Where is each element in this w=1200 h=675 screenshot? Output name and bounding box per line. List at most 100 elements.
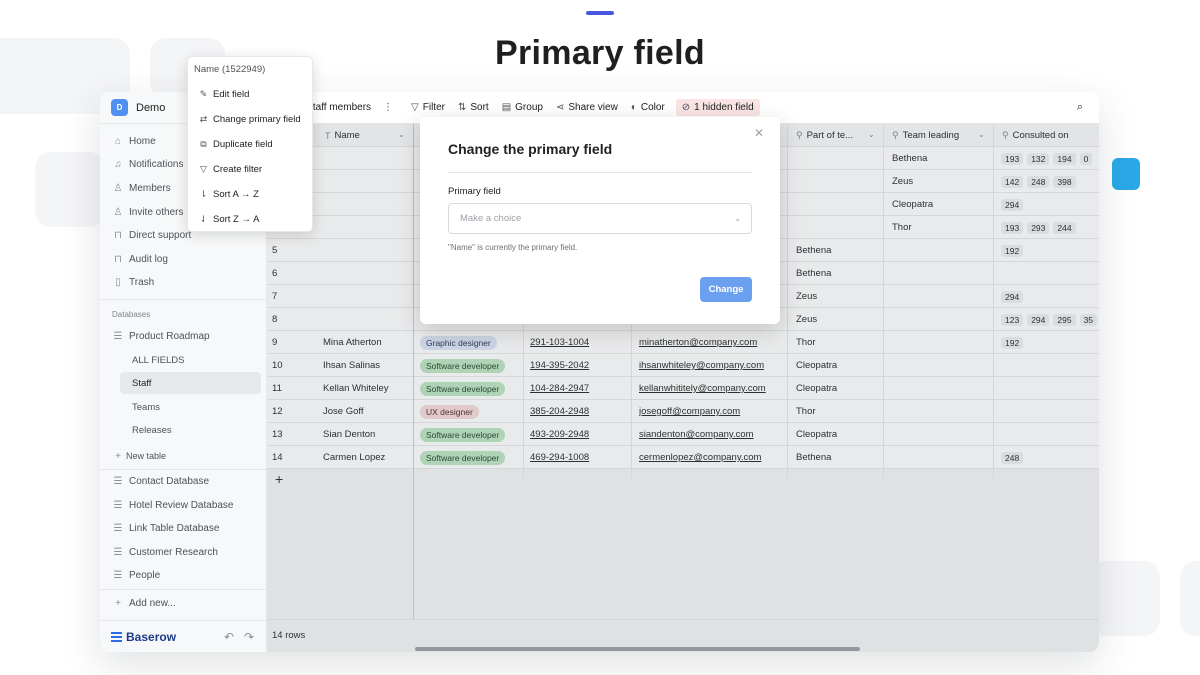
palette-icon: ◐	[630, 102, 637, 113]
group-icon: ▤	[501, 102, 512, 113]
modal-title: Change the primary field	[448, 141, 613, 157]
filter-icon: ▽	[200, 163, 207, 174]
filter-button[interactable]: ▽ Filter	[411, 102, 445, 113]
field-context-menu: Name (1522949) ✎ Edit field ⇄ Change prima…	[187, 56, 313, 232]
divider	[100, 589, 266, 590]
divider	[448, 172, 752, 173]
sidebar-item-direct-support[interactable]: ⊓ Direct support	[112, 226, 191, 244]
database-contact[interactable]: ☰ Contact Database	[112, 472, 210, 490]
copy-icon: ⧉	[200, 138, 207, 149]
group-button[interactable]: ▤ Group	[502, 102, 543, 113]
workspace-name: Demo	[136, 101, 166, 114]
share-view-button[interactable]: ⋖ Share view	[556, 102, 618, 113]
sidebar-item-label: Notifications	[129, 158, 184, 170]
primary-field-label: Primary field	[448, 186, 501, 197]
divider	[100, 299, 266, 300]
sort-asc-icon: ⇂	[199, 188, 208, 199]
plus-icon: +	[115, 597, 121, 609]
new-table-link[interactable]: + New table	[112, 447, 166, 465]
group-label: Group	[515, 102, 543, 113]
trash-icon: ▯	[115, 276, 121, 288]
sort-icon: ⇅	[457, 102, 467, 113]
database-hotel-review[interactable]: ☰ Hotel Review Database	[112, 496, 234, 514]
sidebar-item-audit-log[interactable]: ⊓ Audit log	[112, 250, 168, 268]
undo-icon[interactable]: ↶	[224, 630, 234, 644]
decor-tile	[35, 152, 105, 227]
database-label: Customer Research	[129, 546, 218, 558]
primary-field-help: "Name" is currently the primary field.	[448, 243, 578, 252]
table-all-fields[interactable]: ALL FIELDS	[120, 349, 261, 371]
menu-item-label: Edit field	[213, 88, 250, 100]
database-link-table[interactable]: ☰ Link Table Database	[112, 519, 220, 537]
title-accent-bar	[586, 11, 614, 15]
menu-item-edit-field[interactable]: ✎ Edit field	[198, 85, 250, 103]
database-icon: ☰	[113, 475, 123, 487]
color-label: Color	[640, 102, 665, 113]
database-label: Link Table Database	[129, 522, 220, 534]
change-primary-field-modal: ✕ Change the primary field Primary field…	[420, 117, 780, 324]
menu-item-label: Duplicate field	[213, 138, 273, 150]
page-title: Primary field	[495, 34, 705, 72]
database-icon: ☰	[113, 522, 123, 534]
bell-icon: ♫	[114, 158, 122, 170]
swap-icon: ⇄	[199, 113, 208, 124]
database-icon: ☰	[113, 499, 123, 511]
brand-name: Baserow	[126, 629, 177, 644]
sidebar-item-home[interactable]: ⌂ Home	[112, 132, 156, 150]
primary-field-select[interactable]: Make a choice ⌄	[448, 203, 752, 234]
search-icon[interactable]: ⌕	[1077, 101, 1083, 114]
table-releases[interactable]: Releases	[120, 419, 261, 441]
plus-icon: +	[115, 450, 121, 462]
share-label: Share view	[568, 102, 618, 113]
sidebar-item-label: Audit log	[129, 253, 168, 265]
sidebar-item-notifications[interactable]: ♫ Notifications	[112, 155, 183, 173]
database-icon: ☰	[113, 569, 123, 581]
database-customer-research[interactable]: ☰ Customer Research	[112, 543, 218, 561]
decor-tile	[1180, 561, 1200, 636]
menu-item-label: Sort A → Z	[213, 188, 259, 200]
database-icon: ☰	[113, 546, 123, 558]
menu-item-sort-desc[interactable]: ⇃ Sort Z → A	[198, 210, 260, 228]
menu-item-label: Create filter	[213, 163, 263, 175]
table-teams[interactable]: Teams	[120, 396, 261, 418]
baserow-logo-icon	[111, 631, 122, 642]
database-icon: ☰	[113, 330, 123, 342]
users-icon: ♙	[113, 182, 123, 194]
context-menu-title: Name (1522949)	[194, 64, 266, 75]
hidden-fields-button[interactable]: ⊘ 1 hidden field	[675, 99, 760, 116]
database-label: People	[129, 569, 161, 581]
eye-off-icon: ⊘	[681, 102, 691, 113]
database-product-roadmap[interactable]: ☰ Product Roadmap	[112, 327, 210, 345]
change-button[interactable]: Change	[700, 277, 752, 302]
share-icon: ⋖	[555, 102, 565, 113]
add-new-label: Add new...	[129, 597, 176, 609]
lock-icon: ⊓	[114, 229, 122, 241]
sidebar-item-invite[interactable]: ♙ Invite others	[112, 203, 184, 221]
menu-item-duplicate-field[interactable]: ⧉ Duplicate field	[198, 135, 273, 153]
divider	[100, 469, 266, 470]
databases-heading: Databases	[112, 310, 151, 319]
sort-label: Sort	[470, 102, 489, 113]
add-new-link[interactable]: + Add new...	[112, 594, 176, 612]
redo-icon[interactable]: ↷	[244, 630, 254, 644]
database-label: Contact Database	[129, 475, 210, 487]
sidebar-item-trash[interactable]: ▯ Trash	[112, 273, 154, 291]
pencil-icon: ✎	[199, 88, 208, 99]
close-icon[interactable]: ✕	[754, 126, 764, 140]
sidebar-item-label: Trash	[129, 276, 155, 288]
menu-item-label: Change primary field	[213, 113, 301, 125]
menu-item-sort-asc[interactable]: ⇂ Sort A → Z	[198, 185, 259, 203]
color-button[interactable]: ◐ Color	[631, 102, 665, 113]
chevron-down-icon: ⌄	[734, 214, 741, 223]
menu-item-change-primary-field[interactable]: ⇄ Change primary field	[198, 110, 301, 128]
workspace-avatar: D	[111, 99, 128, 116]
sidebar-footer: Baserow ↶ ↷	[100, 620, 266, 652]
menu-item-create-filter[interactable]: ▽ Create filter	[198, 160, 262, 178]
sort-button[interactable]: ⇅ Sort	[458, 102, 489, 113]
database-people[interactable]: ☰ People	[112, 566, 161, 584]
table-staff[interactable]: Staff	[120, 372, 261, 394]
database-label: Hotel Review Database	[129, 499, 234, 511]
more-icon[interactable]: ⋮	[383, 102, 393, 113]
select-placeholder: Make a choice	[460, 213, 522, 224]
sidebar-item-label: Invite others	[129, 206, 184, 218]
